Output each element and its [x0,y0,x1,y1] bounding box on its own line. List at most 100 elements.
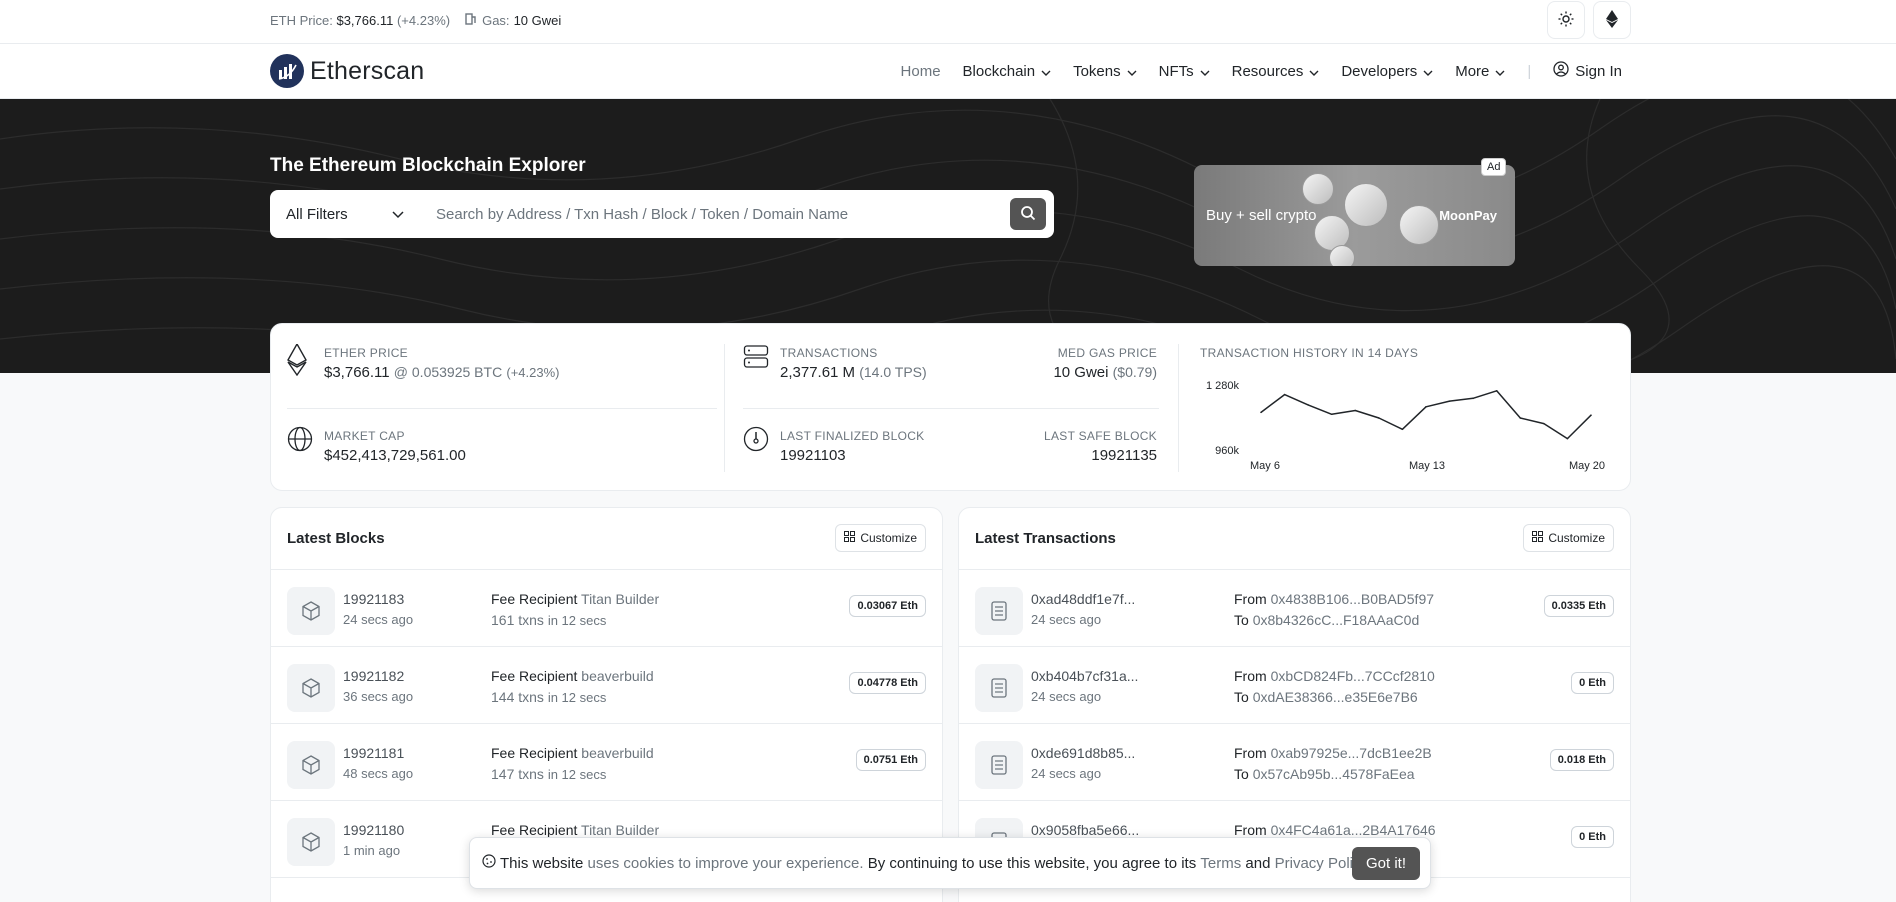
divider [1178,344,1179,472]
safe-block-stat[interactable]: LAST SAFE BLOCK 19921135 [1044,429,1157,464]
fee-recipient-link[interactable]: beaverbuild [581,745,653,761]
from-address-link[interactable]: 0x4838B106...B0BAD5f97 [1271,591,1434,607]
x-tick-label: May 13 [1409,460,1445,472]
chevron-down-icon [1127,63,1137,80]
nav-tokens-label: Tokens [1073,62,1121,80]
tx-history-point [1472,397,1474,400]
tx-history-point [1425,405,1427,408]
nav-resources[interactable]: Resources [1232,63,1320,80]
ether-price-stat: ETHER PRICE $3,766.11 @ 0.053925 BTC (+4… [324,346,559,381]
y-tick-label: 1 280k [1206,380,1240,392]
nav-nfts[interactable]: NFTs [1159,63,1210,80]
document-icon [975,587,1023,635]
med-gas-label: MED GAS PRICE [1057,346,1157,360]
cookie-icon [482,854,496,872]
gas-label: Gas: [482,13,510,28]
etherscan-logo[interactable]: Etherscan [270,54,424,88]
block-number-link[interactable]: 19921183 [343,591,413,607]
network-switch-button[interactable] [1593,1,1631,39]
search-icon [1020,205,1036,224]
theme-toggle-button[interactable] [1547,1,1585,39]
block-number-link[interactable]: 19921181 [343,745,413,761]
eth-price-value: $3,766.11 [336,13,394,28]
fee-recipient-link[interactable]: Titan Builder [581,591,659,607]
txn-count-link[interactable]: 144 txns [491,689,544,705]
y-tick-label: 960k [1215,445,1239,457]
nav-home[interactable]: Home [901,63,941,80]
tx-history-point [1330,413,1333,416]
nav-separator: | [1527,62,1532,80]
txn-count-link[interactable]: 147 txns [491,766,544,782]
chevron-down-icon [1309,63,1319,80]
finalized-value: 19921103 [780,447,846,464]
cube-icon [287,741,335,789]
gas-price[interactable]: Gas: 10 Gwei [464,12,561,29]
main-navbar: Etherscan Home Blockchain Tokens NFTs Re… [0,44,1896,99]
nav-more[interactable]: More [1455,63,1505,80]
med-gas-usd: ($0.79) [1112,364,1157,380]
transactions-stat[interactable]: TRANSACTIONS 2,377.61 M (14.0 TPS) [780,346,927,381]
search-button[interactable] [1010,198,1046,230]
tx-hash-link[interactable]: 0xad48ddf1e7f... [1031,591,1135,607]
tx-hash-link[interactable]: 0xb404b7cf31a... [1031,668,1138,684]
divider [287,408,717,409]
tx-history-point [1495,390,1498,392]
txn-count-link[interactable]: 161 txns [491,612,544,628]
market-cap-value: $452,413,729,561.00 [324,447,466,464]
finalized-label: LAST FINALIZED BLOCK [780,429,925,443]
market-cap-label: MARKET CAP [324,429,405,443]
ether-btc-value: @ 0.053925 BTC [393,364,503,380]
transactions-label: TRANSACTIONS [780,346,878,360]
nav-tokens[interactable]: Tokens [1073,63,1137,80]
tx-hash-link[interactable]: 0xde691d8b85... [1031,745,1135,761]
search-input[interactable]: Search by Address / Txn Hash / Block / T… [420,206,1010,223]
transaction-row: 0xb404b7cf31a... 24 secs ago From 0xbCD8… [959,647,1630,724]
tx-history-label: TRANSACTION HISTORY IN 14 DAYS [1200,346,1419,360]
gauge-icon [743,426,769,455]
finalized-block-stat[interactable]: LAST FINALIZED BLOCK 19921103 [780,429,925,464]
tx-value-badge: 0 Eth [1571,672,1614,694]
tx-age: 24 secs ago [1031,612,1102,627]
cookie-text-1: This website [500,854,584,872]
from-address-link[interactable]: 0xab97925e...7dcB1ee2B [1271,745,1432,761]
latest-blocks-title: Latest Blocks [287,530,385,547]
block-number-link[interactable]: 19921180 [343,822,404,838]
moonpay-ad-banner[interactable]: Buy + sell crypto MoonPay [1194,165,1515,266]
customize-button[interactable]: Customize [835,524,926,552]
ad-text: Buy + sell crypto [1206,207,1317,224]
from-address-link[interactable]: 0xbCD824Fb...7CCcf2810 [1271,668,1435,684]
tx-value-badge: 0.0335 Eth [1543,595,1614,617]
block-number-link[interactable]: 19921182 [343,668,413,684]
chevron-down-icon [1041,63,1051,80]
cookie-accept-button[interactable]: Got it! [1351,847,1420,880]
transaction-row: 0xad48ddf1e7f... 24 secs ago From 0x4838… [959,570,1630,647]
terms-link[interactable]: Terms [1200,855,1241,872]
etherscan-logo-icon [270,54,304,88]
tx-hash-link[interactable]: 0x9058fba5e66... [1031,822,1139,838]
sign-in-link[interactable]: Sign In [1553,61,1622,81]
nav-developers[interactable]: Developers [1341,63,1433,80]
from-address-link[interactable]: 0x4FC4a61a...2B4A17646 [1271,822,1436,838]
block-reward-badge: 0.0751 Eth [855,749,926,771]
to-address-link[interactable]: 0x8b4326cC...F18AAaC0d [1253,612,1420,628]
block-row: 19921182 36 secs ago Fee Recipient beave… [271,647,942,724]
coin-graphic [1399,205,1439,245]
tx-history-point [1354,409,1357,412]
tx-history-title: TRANSACTION HISTORY IN 14 DAYS [1200,346,1418,360]
fee-recipient-label: Fee Recipient [491,668,578,684]
chevron-down-icon [1423,63,1433,80]
fee-recipient-link[interactable]: beaverbuild [581,668,653,684]
nav-blockchain-label: Blockchain [962,62,1036,80]
tps-value: (14.0 TPS) [859,364,927,380]
brand-name: Etherscan [310,56,425,85]
nav-home-label: Home [900,62,941,80]
to-address-link[interactable]: 0xdAE38366...e35E6e7B6 [1253,689,1418,705]
fee-recipient-link[interactable]: Titan Builder [581,822,659,838]
tx-history-point [1307,404,1309,406]
customize-button[interactable]: Customize [1523,524,1614,552]
ether-change: (+4.23%) [506,365,560,380]
to-address-link[interactable]: 0x57cAb95b...4578FaEea [1253,766,1415,782]
nav-blockchain[interactable]: Blockchain [963,63,1052,80]
block-row: 19921183 24 secs ago Fee Recipient Titan… [271,570,942,647]
search-filter-select[interactable]: All Filters [270,206,420,223]
